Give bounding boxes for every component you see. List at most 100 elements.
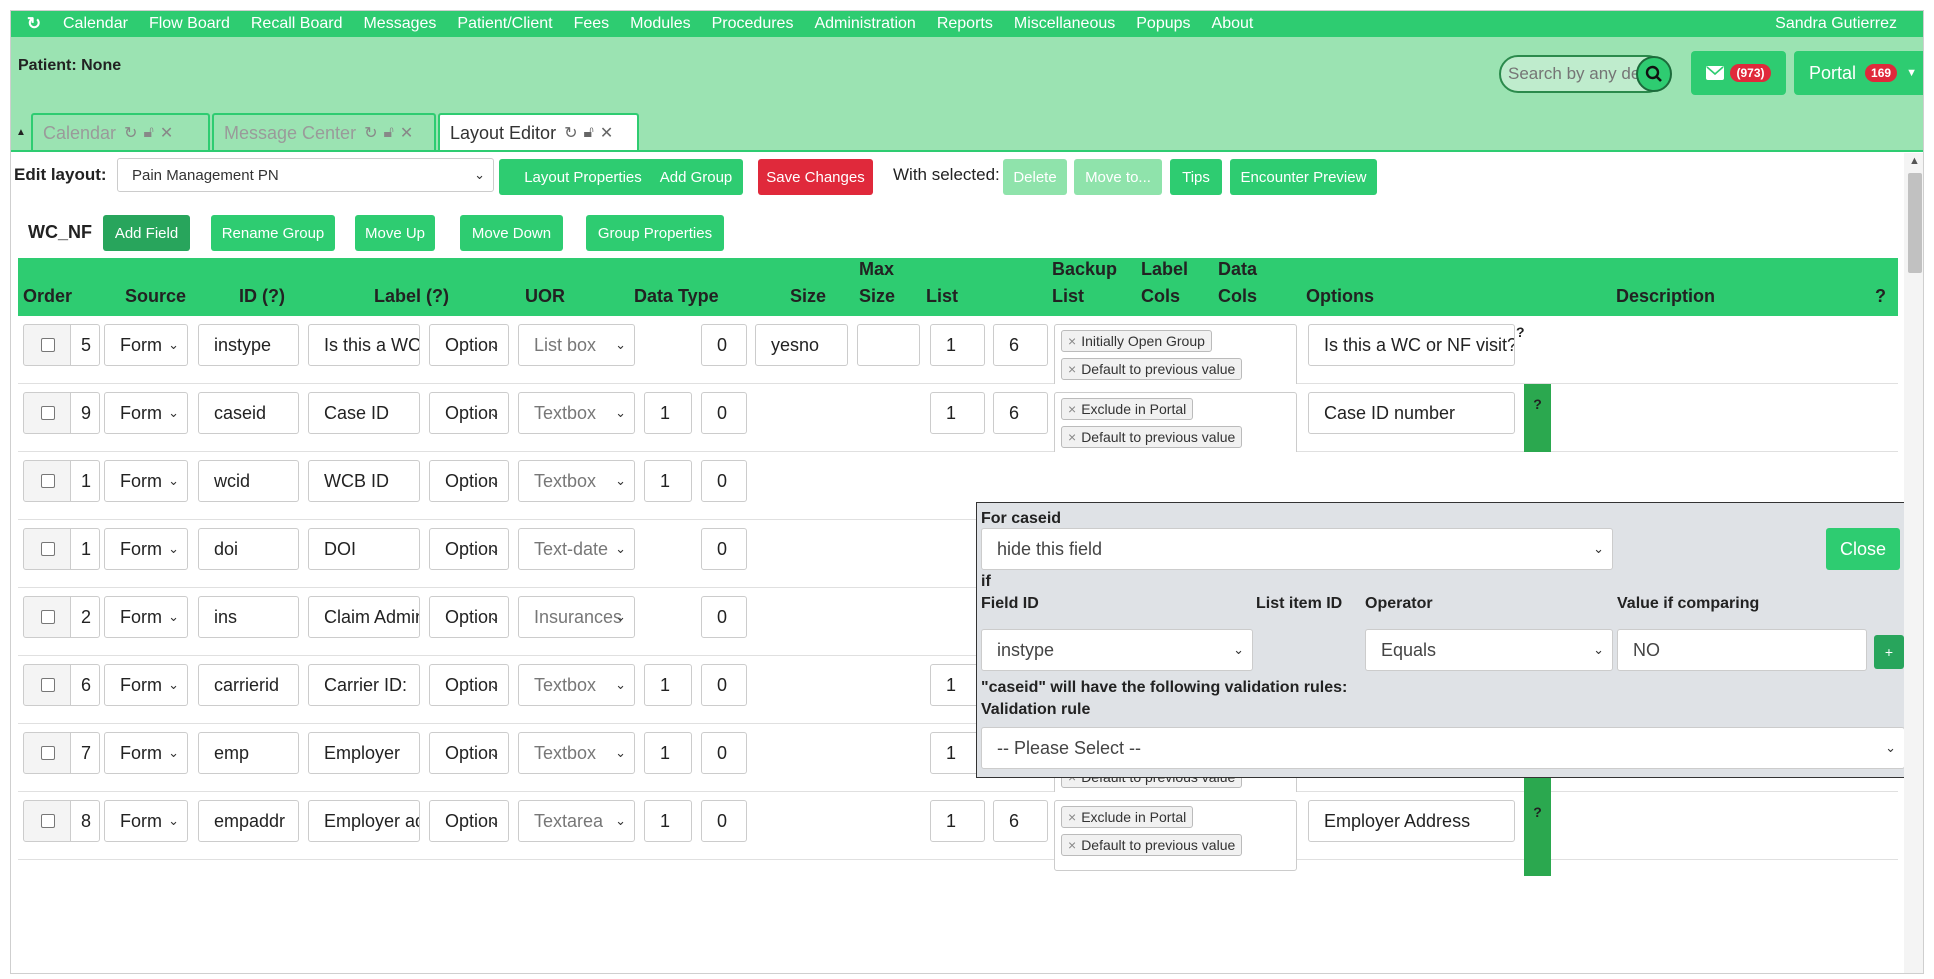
menu-miscellaneous[interactable]: Miscellaneous — [1014, 15, 1115, 33]
lock-icon[interactable]: 🔓︎ — [583, 124, 593, 142]
row-select-checkbox[interactable] — [23, 664, 73, 706]
tab-layout-editor[interactable]: Layout Editor ↻ 🔓︎ ✕ — [438, 113, 639, 151]
max-size-input[interactable]: 0 — [701, 800, 747, 842]
compare-value-input[interactable]: NO — [1617, 629, 1867, 671]
source-select[interactable]: Form ⌄ — [104, 324, 188, 366]
uor-select[interactable]: Option ⌄ — [429, 460, 509, 502]
menu-recall-board[interactable]: Recall Board — [251, 15, 343, 33]
label-cols-input[interactable]: 1 — [930, 392, 985, 434]
data-type-select[interactable]: Textbox ⌄ — [518, 664, 635, 706]
uor-select[interactable]: Option ⌄ — [429, 800, 509, 842]
uor-select[interactable]: Option ⌄ — [429, 732, 509, 774]
portal-button[interactable]: Portal 169 ▼ — [1794, 51, 1923, 95]
list-input[interactable]: yesno — [755, 324, 848, 366]
menu-administration[interactable]: Administration — [814, 15, 915, 33]
remove-tag-icon[interactable]: × — [1068, 333, 1076, 349]
operator-select[interactable]: Equals ⌄ — [1365, 629, 1613, 671]
source-select[interactable]: Form ⌄ — [104, 800, 188, 842]
order-input[interactable]: 7 — [70, 732, 100, 774]
scrollbar-thumb[interactable] — [1908, 173, 1922, 273]
field-label-input[interactable]: Claim Admini: — [308, 596, 420, 638]
col-id[interactable]: ID (?) — [239, 283, 285, 310]
source-select[interactable]: Form ⌄ — [104, 664, 188, 706]
field-id-input[interactable]: doi — [198, 528, 299, 570]
data-type-select[interactable]: Insurances ⌄ — [518, 596, 635, 638]
field-id-input[interactable]: carrierid — [198, 664, 299, 706]
field-id-input[interactable]: ins — [198, 596, 299, 638]
order-input[interactable]: 9 — [70, 392, 100, 434]
max-size-input[interactable]: 0 — [701, 528, 747, 570]
row-select-checkbox[interactable] — [23, 392, 73, 434]
order-input[interactable]: 6 — [70, 664, 100, 706]
field-label-input[interactable]: Carrier ID: — [308, 664, 420, 706]
data-cols-input[interactable]: 6 — [993, 392, 1048, 434]
description-input[interactable]: Employer Address — [1308, 800, 1515, 842]
menu-calendar[interactable]: Calendar — [63, 15, 128, 33]
field-id-input[interactable]: caseid — [198, 392, 299, 434]
label-cols-input[interactable]: 1 — [930, 324, 985, 366]
order-input[interactable]: 8 — [70, 800, 100, 842]
label-cols-input[interactable]: 1 — [930, 800, 985, 842]
lock-icon[interactable]: 🔓︎ — [143, 124, 153, 142]
max-size-input[interactable]: 0 — [701, 392, 747, 434]
row-select-checkbox[interactable] — [23, 800, 73, 842]
max-size-input[interactable]: 0 — [701, 596, 747, 638]
group-properties-button[interactable]: Group Properties — [586, 215, 724, 251]
size-input[interactable]: 1 — [644, 800, 692, 842]
source-select[interactable]: Form ⌄ — [104, 732, 188, 774]
field-id-input[interactable]: instype — [198, 324, 299, 366]
data-cols-input[interactable]: 6 — [993, 800, 1048, 842]
uor-select[interactable]: Option ⌄ — [429, 528, 509, 570]
delete-button[interactable]: Delete — [1003, 159, 1067, 195]
close-icon[interactable]: ✕ — [600, 123, 613, 143]
field-id-input[interactable]: emp — [198, 732, 299, 774]
rename-group-button[interactable]: Rename Group — [211, 215, 335, 251]
max-size-input[interactable]: 0 — [701, 732, 747, 774]
search-button[interactable] — [1636, 56, 1672, 92]
order-input[interactable]: 2 — [70, 596, 100, 638]
options-multiselect[interactable]: × Exclude in Portal × Default to previous v… — [1054, 800, 1297, 871]
close-icon[interactable]: ✕ — [400, 123, 413, 143]
menu-flow-board[interactable]: Flow Board — [149, 15, 230, 33]
remove-tag-icon[interactable]: × — [1068, 401, 1076, 417]
field-help-icon[interactable]: ? — [1524, 792, 1551, 876]
field-id-input[interactable]: wcid — [198, 460, 299, 502]
save-changes-button[interactable]: Save Changes — [758, 159, 873, 195]
row-select-checkbox[interactable] — [23, 324, 73, 366]
data-type-select[interactable]: Textarea ⌄ — [518, 800, 635, 842]
order-input[interactable]: 5 — [70, 324, 100, 366]
size-input[interactable]: 1 — [644, 460, 692, 502]
remove-tag-icon[interactable]: × — [1068, 837, 1076, 853]
data-type-select[interactable]: Textbox ⌄ — [518, 460, 635, 502]
uor-select[interactable]: Option ⌄ — [429, 392, 509, 434]
action-select[interactable]: hide this field ⌄ — [981, 528, 1613, 570]
add-condition-button[interactable]: + — [1874, 635, 1904, 669]
search-input[interactable] — [1501, 57, 1641, 91]
order-input[interactable]: 1 — [70, 528, 100, 570]
data-cols-input[interactable]: 6 — [993, 324, 1048, 366]
uor-select[interactable]: Option ⌄ — [429, 596, 509, 638]
source-select[interactable]: Form ⌄ — [104, 392, 188, 434]
menu-about[interactable]: About — [1212, 15, 1254, 33]
collapse-tabs-icon[interactable]: ▲ — [16, 127, 26, 138]
remove-tag-icon[interactable]: × — [1068, 361, 1076, 377]
max-size-input[interactable]: 0 — [701, 324, 747, 366]
messages-button[interactable]: (973) — [1691, 51, 1786, 95]
field-label-input[interactable]: Is this a WC o — [308, 324, 420, 366]
uor-select[interactable]: Option ⌄ — [429, 664, 509, 706]
field-label-input[interactable]: Case ID — [308, 392, 420, 434]
menu-reports[interactable]: Reports — [937, 15, 993, 33]
refresh-icon[interactable]: ↻ — [564, 123, 577, 143]
menu-patient-client[interactable]: Patient/Client — [457, 15, 552, 33]
layout-select[interactable]: Pain Management PN ⌄ — [117, 158, 494, 192]
option-tag[interactable]: × Default to previous value — [1061, 358, 1243, 380]
option-tag[interactable]: × Default to previous value — [1061, 426, 1243, 448]
lock-icon[interactable]: 🔓︎ — [383, 124, 393, 142]
tab-message-center[interactable]: Message Center ↻ 🔓︎ ✕ — [212, 113, 436, 151]
size-input[interactable]: 1 — [644, 392, 692, 434]
menu-modules[interactable]: Modules — [630, 15, 690, 33]
data-type-select[interactable]: List box ⌄ — [518, 324, 635, 366]
page-scrollbar[interactable]: ▲ — [1904, 153, 1923, 973]
menu-procedures[interactable]: Procedures — [712, 15, 794, 33]
field-help-icon[interactable]: ? — [1516, 324, 1525, 340]
